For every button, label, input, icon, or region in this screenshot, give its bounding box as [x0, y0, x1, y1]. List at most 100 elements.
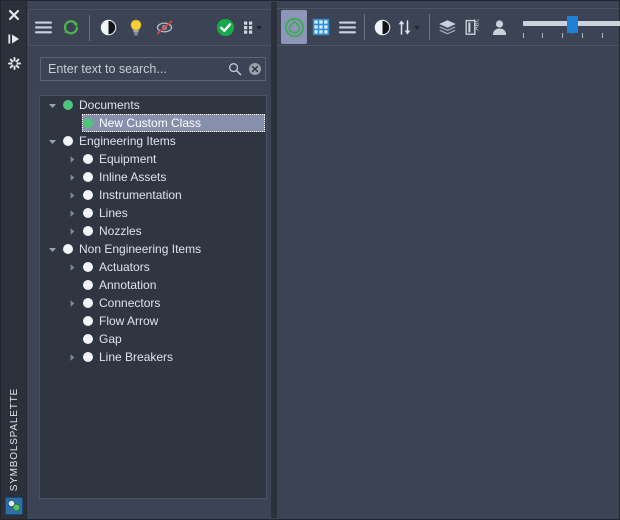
no-preview-icon[interactable] — [151, 15, 177, 41]
layers-icon[interactable] — [435, 14, 459, 40]
left-rail: SYMBOLSPALETTE — [1, 1, 27, 519]
tree-item-label: Flow Arrow — [99, 314, 159, 328]
chevron-right-icon[interactable] — [64, 294, 80, 312]
half-circle-icon[interactable] — [370, 14, 394, 40]
tree-item[interactable]: Line Breakers — [40, 348, 266, 366]
white-dot-icon — [80, 330, 96, 348]
lightbulb-icon[interactable] — [123, 15, 149, 41]
tree-item-label: Gap — [99, 332, 122, 346]
white-dot-icon — [80, 258, 96, 276]
white-dot-icon — [80, 204, 96, 222]
tree-item-label: Line Breakers — [99, 350, 174, 364]
blue-grid-icon[interactable] — [309, 14, 333, 40]
person-icon[interactable] — [488, 14, 512, 40]
tree-item-label: Equipment — [99, 152, 157, 166]
zoom-slider-ticks — [522, 33, 620, 39]
chevron-down-icon[interactable] — [44, 96, 60, 114]
white-dot-icon — [80, 186, 96, 204]
svg-text:ABC: ABC — [473, 19, 480, 31]
left-panel: Documents New Custom Class Engineering Ite… — [28, 2, 271, 518]
chevron-right-icon[interactable] — [64, 258, 80, 276]
rail-title-label: SYMBOLSPALETTE — [8, 387, 20, 491]
white-dot-icon — [80, 276, 96, 294]
search-icon[interactable] — [225, 58, 245, 80]
green-dot-icon — [80, 114, 96, 132]
search-input[interactable] — [41, 58, 225, 80]
slider-tick — [522, 33, 524, 38]
search-box[interactable] — [40, 57, 266, 81]
left-toolbar — [28, 9, 271, 46]
tree-item-label: Engineering Items — [79, 134, 176, 148]
slider-tick — [582, 33, 584, 38]
tree-item-label: Connectors — [99, 296, 161, 310]
tree-item[interactable]: Nozzles — [40, 222, 266, 240]
white-dot-icon — [80, 312, 96, 330]
tree-item[interactable]: Annotation — [40, 276, 266, 294]
auto-hide-icon[interactable] — [1, 27, 27, 51]
chevron-right-icon[interactable] — [64, 348, 80, 366]
zoom-slider-handle[interactable] — [567, 16, 579, 34]
toolbar-separator — [429, 14, 431, 40]
white-dot-icon — [60, 240, 76, 258]
tree-item[interactable]: Connectors — [40, 294, 266, 312]
tree-item[interactable]: Documents — [40, 96, 266, 114]
tree-item[interactable]: Lines — [40, 204, 266, 222]
chevron-down-icon[interactable] — [44, 240, 60, 258]
symbol-tree[interactable]: Documents New Custom Class Engineering Ite… — [39, 95, 267, 499]
symbol-canvas[interactable] — [277, 47, 619, 517]
tree-item-label: Non Engineering Items — [79, 242, 202, 256]
green-check-icon[interactable] — [212, 15, 238, 41]
right-panel: ABC — [277, 2, 620, 518]
chevron-right-icon[interactable] — [64, 168, 80, 186]
toolbar-separator — [89, 14, 90, 41]
list-view-icon[interactable] — [335, 14, 359, 40]
white-dot-icon — [80, 168, 96, 186]
green-circle-icon[interactable] — [281, 10, 308, 44]
tree-item[interactable]: Non Engineering Items — [40, 240, 266, 258]
tree-item[interactable]: Flow Arrow — [40, 312, 266, 330]
chevron-right-icon[interactable] — [64, 186, 80, 204]
abc-label-icon[interactable]: ABC — [461, 14, 485, 40]
toolbar-separator — [364, 14, 366, 40]
tree-item[interactable]: New Custom Class — [40, 114, 266, 132]
tree-item-label: Inline Assets — [99, 170, 167, 184]
white-dot-icon — [80, 348, 96, 366]
tree-item[interactable]: Engineering Items — [40, 132, 266, 150]
tree-item-label: New Custom Class — [99, 116, 202, 130]
slider-tick — [562, 33, 564, 38]
chevron-right-icon[interactable] — [64, 204, 80, 222]
clear-icon[interactable] — [245, 58, 265, 80]
symbol-palette-tab[interactable] — [5, 497, 23, 515]
settings-icon[interactable] — [1, 51, 27, 75]
tree-item[interactable]: Instrumentation — [40, 186, 266, 204]
hamburger-menu-icon[interactable] — [30, 15, 56, 41]
tree-item[interactable]: Actuators — [40, 258, 266, 276]
tree-item-label: Documents — [79, 98, 140, 112]
zoom-slider[interactable] — [519, 11, 620, 43]
dot-grid-icon[interactable] — [240, 15, 270, 41]
chevron-down-icon[interactable] — [44, 132, 60, 150]
close-icon[interactable] — [1, 3, 27, 27]
right-toolbar: ABC — [277, 8, 620, 46]
tree-item[interactable]: Inline Assets — [40, 168, 266, 186]
tree-item-label: Instrumentation — [99, 188, 182, 202]
sort-arrows-icon[interactable] — [396, 14, 424, 40]
tree-item[interactable]: Equipment — [40, 150, 266, 168]
half-circle-icon[interactable] — [95, 15, 121, 41]
white-dot-icon — [80, 222, 96, 240]
green-dot-icon — [60, 96, 76, 114]
chevron-right-icon[interactable] — [64, 222, 80, 240]
tree-item-label: Nozzles — [99, 224, 142, 238]
slider-tick — [542, 33, 544, 38]
chevron-right-icon[interactable] — [64, 150, 80, 168]
tree-item[interactable]: Gap — [40, 330, 266, 348]
tree-item-label: Lines — [99, 206, 128, 220]
symbol-palette-window: SYMBOLSPALETTE Enter text to search... D… — [0, 0, 620, 520]
slider-tick — [601, 33, 603, 38]
white-dot-icon — [80, 150, 96, 168]
refresh-icon[interactable] — [58, 15, 84, 41]
white-dot-icon — [80, 294, 96, 312]
